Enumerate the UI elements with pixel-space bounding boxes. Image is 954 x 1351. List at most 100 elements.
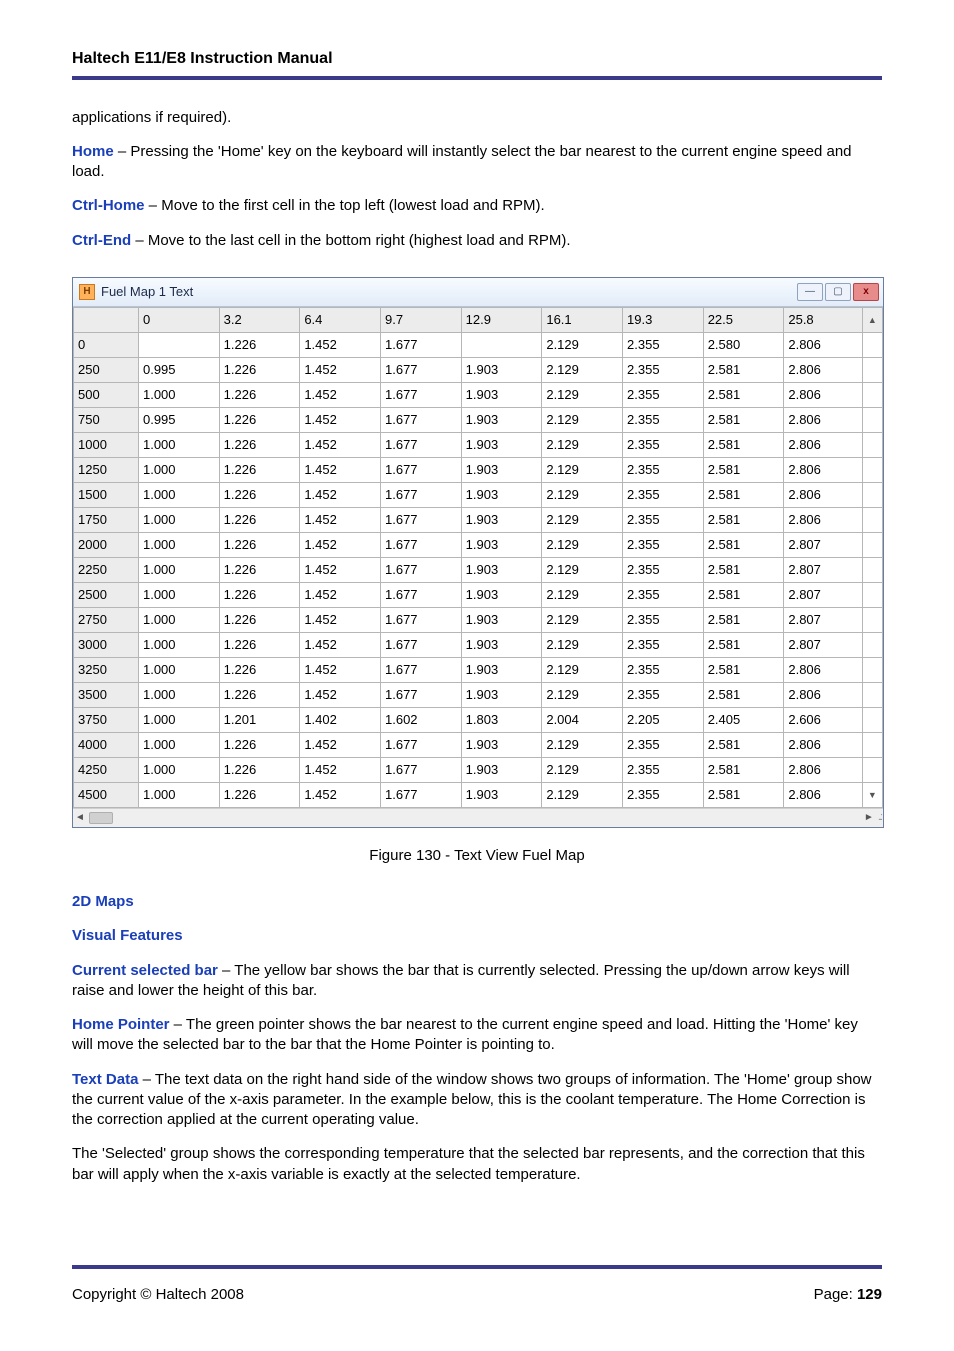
table-cell[interactable]: 2.581 bbox=[703, 407, 784, 432]
fuel-map-table[interactable]: 03.26.49.712.916.119.322.525.8▲01.0001.2… bbox=[73, 307, 883, 808]
table-cell[interactable]: 2.807 bbox=[784, 557, 862, 582]
table-cell[interactable]: 2.129 bbox=[542, 407, 623, 432]
col-header[interactable]: 6.4 bbox=[300, 307, 381, 332]
col-header[interactable]: 3.2 bbox=[219, 307, 300, 332]
table-cell[interactable]: 1.226 bbox=[219, 757, 300, 782]
table-cell[interactable]: 2.806 bbox=[784, 657, 862, 682]
table-cell[interactable]: 1.677 bbox=[381, 482, 462, 507]
table-cell[interactable]: 1.452 bbox=[300, 382, 381, 407]
table-cell[interactable]: 2.129 bbox=[542, 782, 623, 807]
table-cell[interactable]: 2.355 bbox=[623, 507, 704, 532]
table-cell[interactable]: 2.581 bbox=[703, 432, 784, 457]
table-cell[interactable]: 2.581 bbox=[703, 457, 784, 482]
row-header[interactable]: 3000 bbox=[74, 632, 139, 657]
row-header[interactable]: 4250 bbox=[74, 757, 139, 782]
vscroll-track[interactable] bbox=[862, 632, 882, 657]
table-cell[interactable]: 0.995 bbox=[138, 407, 219, 432]
scroll-up-icon[interactable]: ▲ bbox=[862, 307, 882, 332]
table-cell[interactable]: 1.226 bbox=[219, 482, 300, 507]
table-cell[interactable]: 2.004 bbox=[542, 707, 623, 732]
table-cell[interactable]: 1.452 bbox=[300, 507, 381, 532]
table-cell[interactable]: 1.226 bbox=[219, 507, 300, 532]
table-cell[interactable]: 2.129 bbox=[542, 557, 623, 582]
table-cell[interactable]: 2.129 bbox=[542, 632, 623, 657]
maximize-button[interactable]: ▢ bbox=[825, 283, 851, 301]
col-header[interactable]: 16.1 bbox=[542, 307, 623, 332]
vscroll-track[interactable] bbox=[862, 532, 882, 557]
vscroll-track[interactable] bbox=[862, 657, 882, 682]
table-cell[interactable]: 2.355 bbox=[623, 582, 704, 607]
table-cell[interactable]: 1.677 bbox=[381, 782, 462, 807]
table-cell[interactable]: 2.355 bbox=[623, 332, 704, 357]
table-cell[interactable]: 1.903 bbox=[461, 532, 542, 557]
table-cell[interactable]: 1.000 bbox=[138, 782, 219, 807]
table-cell[interactable]: 1.677 bbox=[381, 382, 462, 407]
row-header[interactable]: 4000 bbox=[74, 732, 139, 757]
table-cell[interactable]: 1.903 bbox=[461, 457, 542, 482]
row-header[interactable]: 2000 bbox=[74, 532, 139, 557]
table-cell[interactable]: 1.201 bbox=[219, 707, 300, 732]
table-cell[interactable]: 1.402 bbox=[300, 707, 381, 732]
table-cell[interactable]: 1.452 bbox=[300, 482, 381, 507]
table-cell[interactable]: 1.452 bbox=[300, 732, 381, 757]
table-cell[interactable]: 1.677 bbox=[381, 507, 462, 532]
row-header[interactable]: 2750 bbox=[74, 607, 139, 632]
scroll-right-icon[interactable]: ► bbox=[864, 811, 874, 825]
row-header[interactable]: 750 bbox=[74, 407, 139, 432]
vscroll-track[interactable] bbox=[862, 432, 882, 457]
col-header[interactable]: 22.5 bbox=[703, 307, 784, 332]
table-cell[interactable]: 1.903 bbox=[461, 582, 542, 607]
table-cell[interactable]: 1.903 bbox=[461, 557, 542, 582]
table-cell[interactable]: 2.129 bbox=[542, 457, 623, 482]
table-cell[interactable]: 2.807 bbox=[784, 532, 862, 557]
table-cell[interactable]: 1.903 bbox=[461, 407, 542, 432]
table-cell[interactable]: 1.000 bbox=[138, 582, 219, 607]
row-header[interactable]: 250 bbox=[74, 357, 139, 382]
table-cell[interactable]: 2.129 bbox=[542, 607, 623, 632]
table-cell[interactable]: 2.355 bbox=[623, 757, 704, 782]
table-cell[interactable]: 2.581 bbox=[703, 382, 784, 407]
table-cell[interactable]: 1.903 bbox=[461, 382, 542, 407]
table-cell[interactable]: 2.581 bbox=[703, 482, 784, 507]
table-cell[interactable]: 2.355 bbox=[623, 607, 704, 632]
table-cell[interactable]: 1.000 bbox=[138, 482, 219, 507]
table-cell[interactable]: 1.226 bbox=[219, 557, 300, 582]
vscroll-track[interactable] bbox=[862, 332, 882, 357]
table-cell[interactable]: 2.355 bbox=[623, 682, 704, 707]
table-cell[interactable]: 1.226 bbox=[219, 457, 300, 482]
table-cell[interactable]: 1.000 bbox=[138, 457, 219, 482]
table-cell[interactable]: 2.807 bbox=[784, 632, 862, 657]
table-cell[interactable]: 2.806 bbox=[784, 432, 862, 457]
scroll-left-icon[interactable]: ◄ bbox=[75, 811, 85, 825]
table-cell[interactable]: 1.677 bbox=[381, 657, 462, 682]
table-cell[interactable]: 1.226 bbox=[219, 732, 300, 757]
table-cell[interactable]: 2.806 bbox=[784, 757, 862, 782]
table-cell[interactable]: 2.129 bbox=[542, 582, 623, 607]
table-cell[interactable]: 2.807 bbox=[784, 582, 862, 607]
table-cell[interactable]: 2.129 bbox=[542, 732, 623, 757]
table-cell[interactable]: 1.226 bbox=[219, 582, 300, 607]
close-button[interactable]: x bbox=[853, 283, 879, 301]
table-cell[interactable]: 2.606 bbox=[784, 707, 862, 732]
table-cell[interactable]: 1.677 bbox=[381, 407, 462, 432]
table-cell[interactable]: 2.129 bbox=[542, 482, 623, 507]
table-cell[interactable]: 1.000 bbox=[138, 757, 219, 782]
table-cell[interactable]: 2.355 bbox=[623, 557, 704, 582]
table-cell[interactable]: 1.452 bbox=[300, 432, 381, 457]
table-cell[interactable]: 0.995 bbox=[138, 357, 219, 382]
row-header[interactable]: 0 bbox=[74, 332, 139, 357]
table-cell[interactable]: 1.452 bbox=[300, 557, 381, 582]
table-cell[interactable]: 1.226 bbox=[219, 607, 300, 632]
table-cell[interactable]: 1.452 bbox=[300, 457, 381, 482]
row-header[interactable]: 4500 bbox=[74, 782, 139, 807]
vscroll-track[interactable] bbox=[862, 557, 882, 582]
table-cell[interactable]: 1.903 bbox=[461, 782, 542, 807]
table-cell[interactable]: 1.677 bbox=[381, 632, 462, 657]
table-cell[interactable]: 1.677 bbox=[381, 582, 462, 607]
table-cell[interactable]: 1.903 bbox=[461, 607, 542, 632]
table-cell[interactable]: 2.807 bbox=[784, 607, 862, 632]
table-cell[interactable]: 1.452 bbox=[300, 757, 381, 782]
table-cell[interactable]: 1.226 bbox=[219, 382, 300, 407]
table-cell[interactable]: 1.903 bbox=[461, 757, 542, 782]
table-cell[interactable]: 2.355 bbox=[623, 482, 704, 507]
